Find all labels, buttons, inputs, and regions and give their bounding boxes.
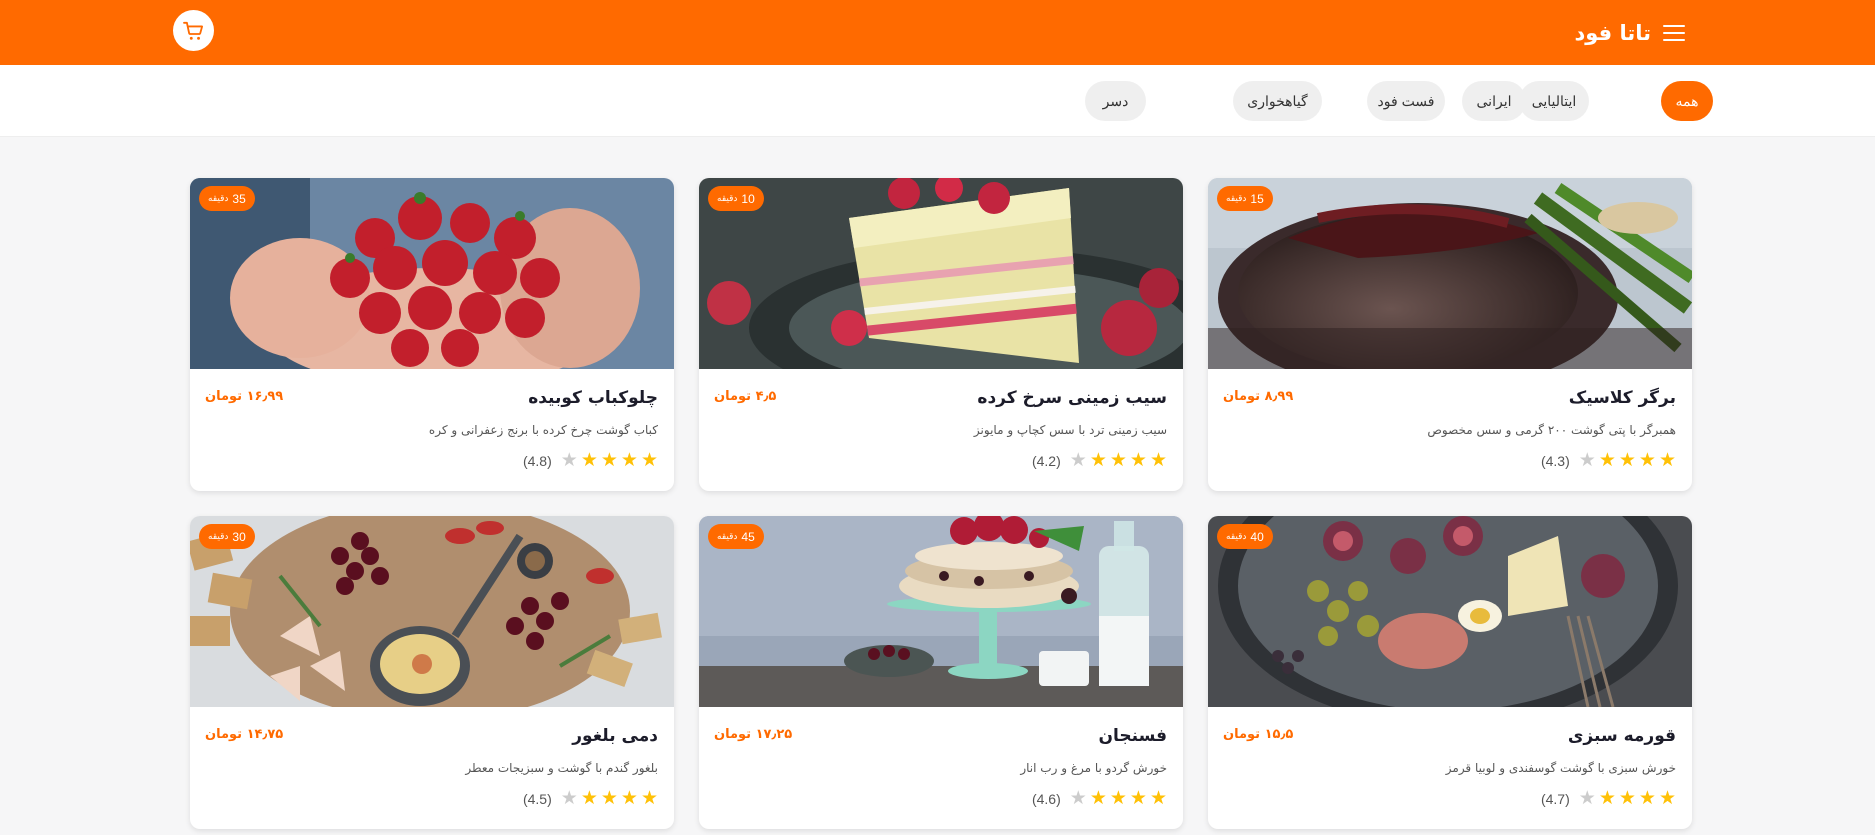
food-image: 10 دقیقه bbox=[699, 178, 1183, 369]
star-icon: ★ bbox=[620, 449, 638, 471]
star-icon: ★ bbox=[1089, 449, 1107, 471]
rating-score: (4.6) bbox=[1031, 790, 1061, 807]
rating-score: (4.8) bbox=[522, 452, 552, 469]
food-card[interactable]: 30 دقیقه دمی بلغور ۱۴٫۷۵ تومان بلغور گندم… bbox=[190, 516, 674, 829]
star-empty-icon: ★ bbox=[560, 449, 578, 471]
food-image: 35 دقیقه bbox=[190, 178, 674, 369]
star-icon: ★ bbox=[640, 787, 658, 809]
shopping-cart-icon bbox=[182, 21, 203, 40]
category-chip-fastfood[interactable]: فست فود bbox=[1367, 81, 1445, 121]
food-price: ۱۷٫۲۵ تومان bbox=[714, 727, 793, 742]
prep-time-badge: 15 دقیقه bbox=[1217, 186, 1273, 211]
food-title: سیب زمینی سرخ کرده bbox=[977, 388, 1167, 408]
food-card[interactable]: 45 دقیقه فسنجان ۱۷٫۲۵ تومان خورش گردو با … bbox=[699, 516, 1183, 829]
food-title: برگر کلاسیک bbox=[1568, 388, 1676, 408]
star-icon: ★ bbox=[1149, 787, 1167, 809]
top-header: تاتا فود bbox=[0, 0, 1875, 65]
food-title: قورمه سبزی bbox=[1567, 726, 1676, 746]
category-chip-dessert[interactable]: دسر bbox=[1085, 81, 1146, 121]
rating-score: (4.3) bbox=[1540, 452, 1570, 469]
star-icon: ★ bbox=[1618, 787, 1636, 809]
rating-score: (4.7) bbox=[1540, 790, 1570, 807]
rating: ★ ★ ★ ★ ★ (4.2) bbox=[1032, 451, 1167, 470]
food-image: 30 دقیقه bbox=[190, 516, 674, 707]
star-icon: ★ bbox=[600, 787, 618, 809]
food-price: ۱۵٫۵ تومان bbox=[1223, 727, 1294, 742]
star-icon: ★ bbox=[1638, 787, 1656, 809]
category-chip-iranian[interactable]: ایرانی bbox=[1462, 81, 1526, 121]
star-icon: ★ bbox=[1129, 787, 1147, 809]
star-icon: ★ bbox=[1618, 449, 1636, 471]
hamburger-menu-icon[interactable] bbox=[1663, 24, 1685, 41]
food-description: سیب زمینی ترد با سس کچاپ و مایونز bbox=[973, 423, 1167, 437]
star-empty-icon: ★ bbox=[1578, 449, 1596, 471]
star-icon: ★ bbox=[620, 787, 638, 809]
star-empty-icon: ★ bbox=[560, 787, 578, 809]
food-image: 40 دقیقه bbox=[1208, 516, 1692, 707]
star-icon: ★ bbox=[1638, 449, 1656, 471]
food-description: خورش سبزی با گوشت گوسفندی و لوبیا قرمز bbox=[1445, 761, 1676, 775]
food-price: ۱۶٫۹۹ تومان bbox=[205, 389, 284, 404]
star-icon: ★ bbox=[580, 787, 598, 809]
food-card[interactable]: 15 دقیقه برگر کلاسیک ۸٫۹۹ تومان همبرگر با… bbox=[1208, 178, 1692, 491]
food-price: ۴٫۵ تومان bbox=[714, 389, 777, 404]
star-icon: ★ bbox=[1149, 449, 1167, 471]
prep-time-badge: 10 دقیقه bbox=[708, 186, 764, 211]
star-icon: ★ bbox=[1598, 787, 1616, 809]
prep-time-badge: 30 دقیقه bbox=[199, 524, 255, 549]
rating: ★ ★ ★ ★ ★ (4.3) bbox=[1541, 451, 1676, 470]
rating: ★ ★ ★ ★ ★ (4.8) bbox=[523, 451, 658, 470]
star-icon: ★ bbox=[1658, 787, 1676, 809]
star-icon: ★ bbox=[1109, 787, 1127, 809]
star-empty-icon: ★ bbox=[1069, 449, 1087, 471]
rating-score: (4.2) bbox=[1031, 452, 1061, 469]
food-image: 15 دقیقه bbox=[1208, 178, 1692, 369]
category-filter-bar: همه ایتالیایی ایرانی فست فود گیاهخواری د… bbox=[0, 65, 1875, 137]
prep-time-badge: 40 دقیقه bbox=[1217, 524, 1273, 549]
star-icon: ★ bbox=[1089, 787, 1107, 809]
food-description: بلغور گندم با گوشت و سبزیجات معطر bbox=[465, 761, 658, 775]
star-icon: ★ bbox=[1658, 449, 1676, 471]
food-card[interactable]: 10 دقیقه سیب زمینی سرخ کرده ۴٫۵ تومان سیب… bbox=[699, 178, 1183, 491]
star-icon: ★ bbox=[1109, 449, 1127, 471]
star-empty-icon: ★ bbox=[1069, 787, 1087, 809]
category-chip-all[interactable]: همه bbox=[1661, 81, 1713, 121]
brand-name: تاتا فود bbox=[1574, 20, 1651, 45]
rating: ★ ★ ★ ★ ★ (4.7) bbox=[1541, 789, 1676, 808]
prep-time-badge: 45 دقیقه bbox=[708, 524, 764, 549]
star-icon: ★ bbox=[600, 449, 618, 471]
food-price: ۱۴٫۷۵ تومان bbox=[205, 727, 284, 742]
food-title: چلوکباب کوبیده bbox=[528, 388, 658, 408]
brand: تاتا فود bbox=[1574, 0, 1685, 65]
food-title: دمی بلغور bbox=[572, 726, 658, 746]
food-description: همبرگر با پتی گوشت ۲۰۰ گرمی و سس مخصوص bbox=[1427, 423, 1676, 437]
cart-button[interactable] bbox=[173, 10, 214, 51]
star-icon: ★ bbox=[640, 449, 658, 471]
food-description: خورش گردو با مرغ و رب انار bbox=[1020, 761, 1167, 775]
food-price: ۸٫۹۹ تومان bbox=[1223, 389, 1294, 404]
category-chip-italian[interactable]: ایتالیایی bbox=[1519, 81, 1589, 121]
star-icon: ★ bbox=[580, 449, 598, 471]
star-icon: ★ bbox=[1129, 449, 1147, 471]
star-empty-icon: ★ bbox=[1578, 787, 1596, 809]
food-title: فسنجان bbox=[1098, 726, 1167, 746]
rating-score: (4.5) bbox=[522, 790, 552, 807]
rating: ★ ★ ★ ★ ★ (4.6) bbox=[1032, 789, 1167, 808]
prep-time-badge: 35 دقیقه bbox=[199, 186, 255, 211]
star-icon: ★ bbox=[1598, 449, 1616, 471]
food-description: کباب گوشت چرخ کرده با برنج زعفرانی و کره bbox=[428, 423, 658, 437]
category-chip-vegetarian[interactable]: گیاهخواری bbox=[1233, 81, 1322, 121]
rating: ★ ★ ★ ★ ★ (4.5) bbox=[523, 789, 658, 808]
food-card[interactable]: 35 دقیقه چلوکباب کوبیده ۱۶٫۹۹ تومان کباب … bbox=[190, 178, 674, 491]
food-image: 45 دقیقه bbox=[699, 516, 1183, 707]
food-card[interactable]: 40 دقیقه قورمه سبزی ۱۵٫۵ تومان خورش سبزی … bbox=[1208, 516, 1692, 829]
